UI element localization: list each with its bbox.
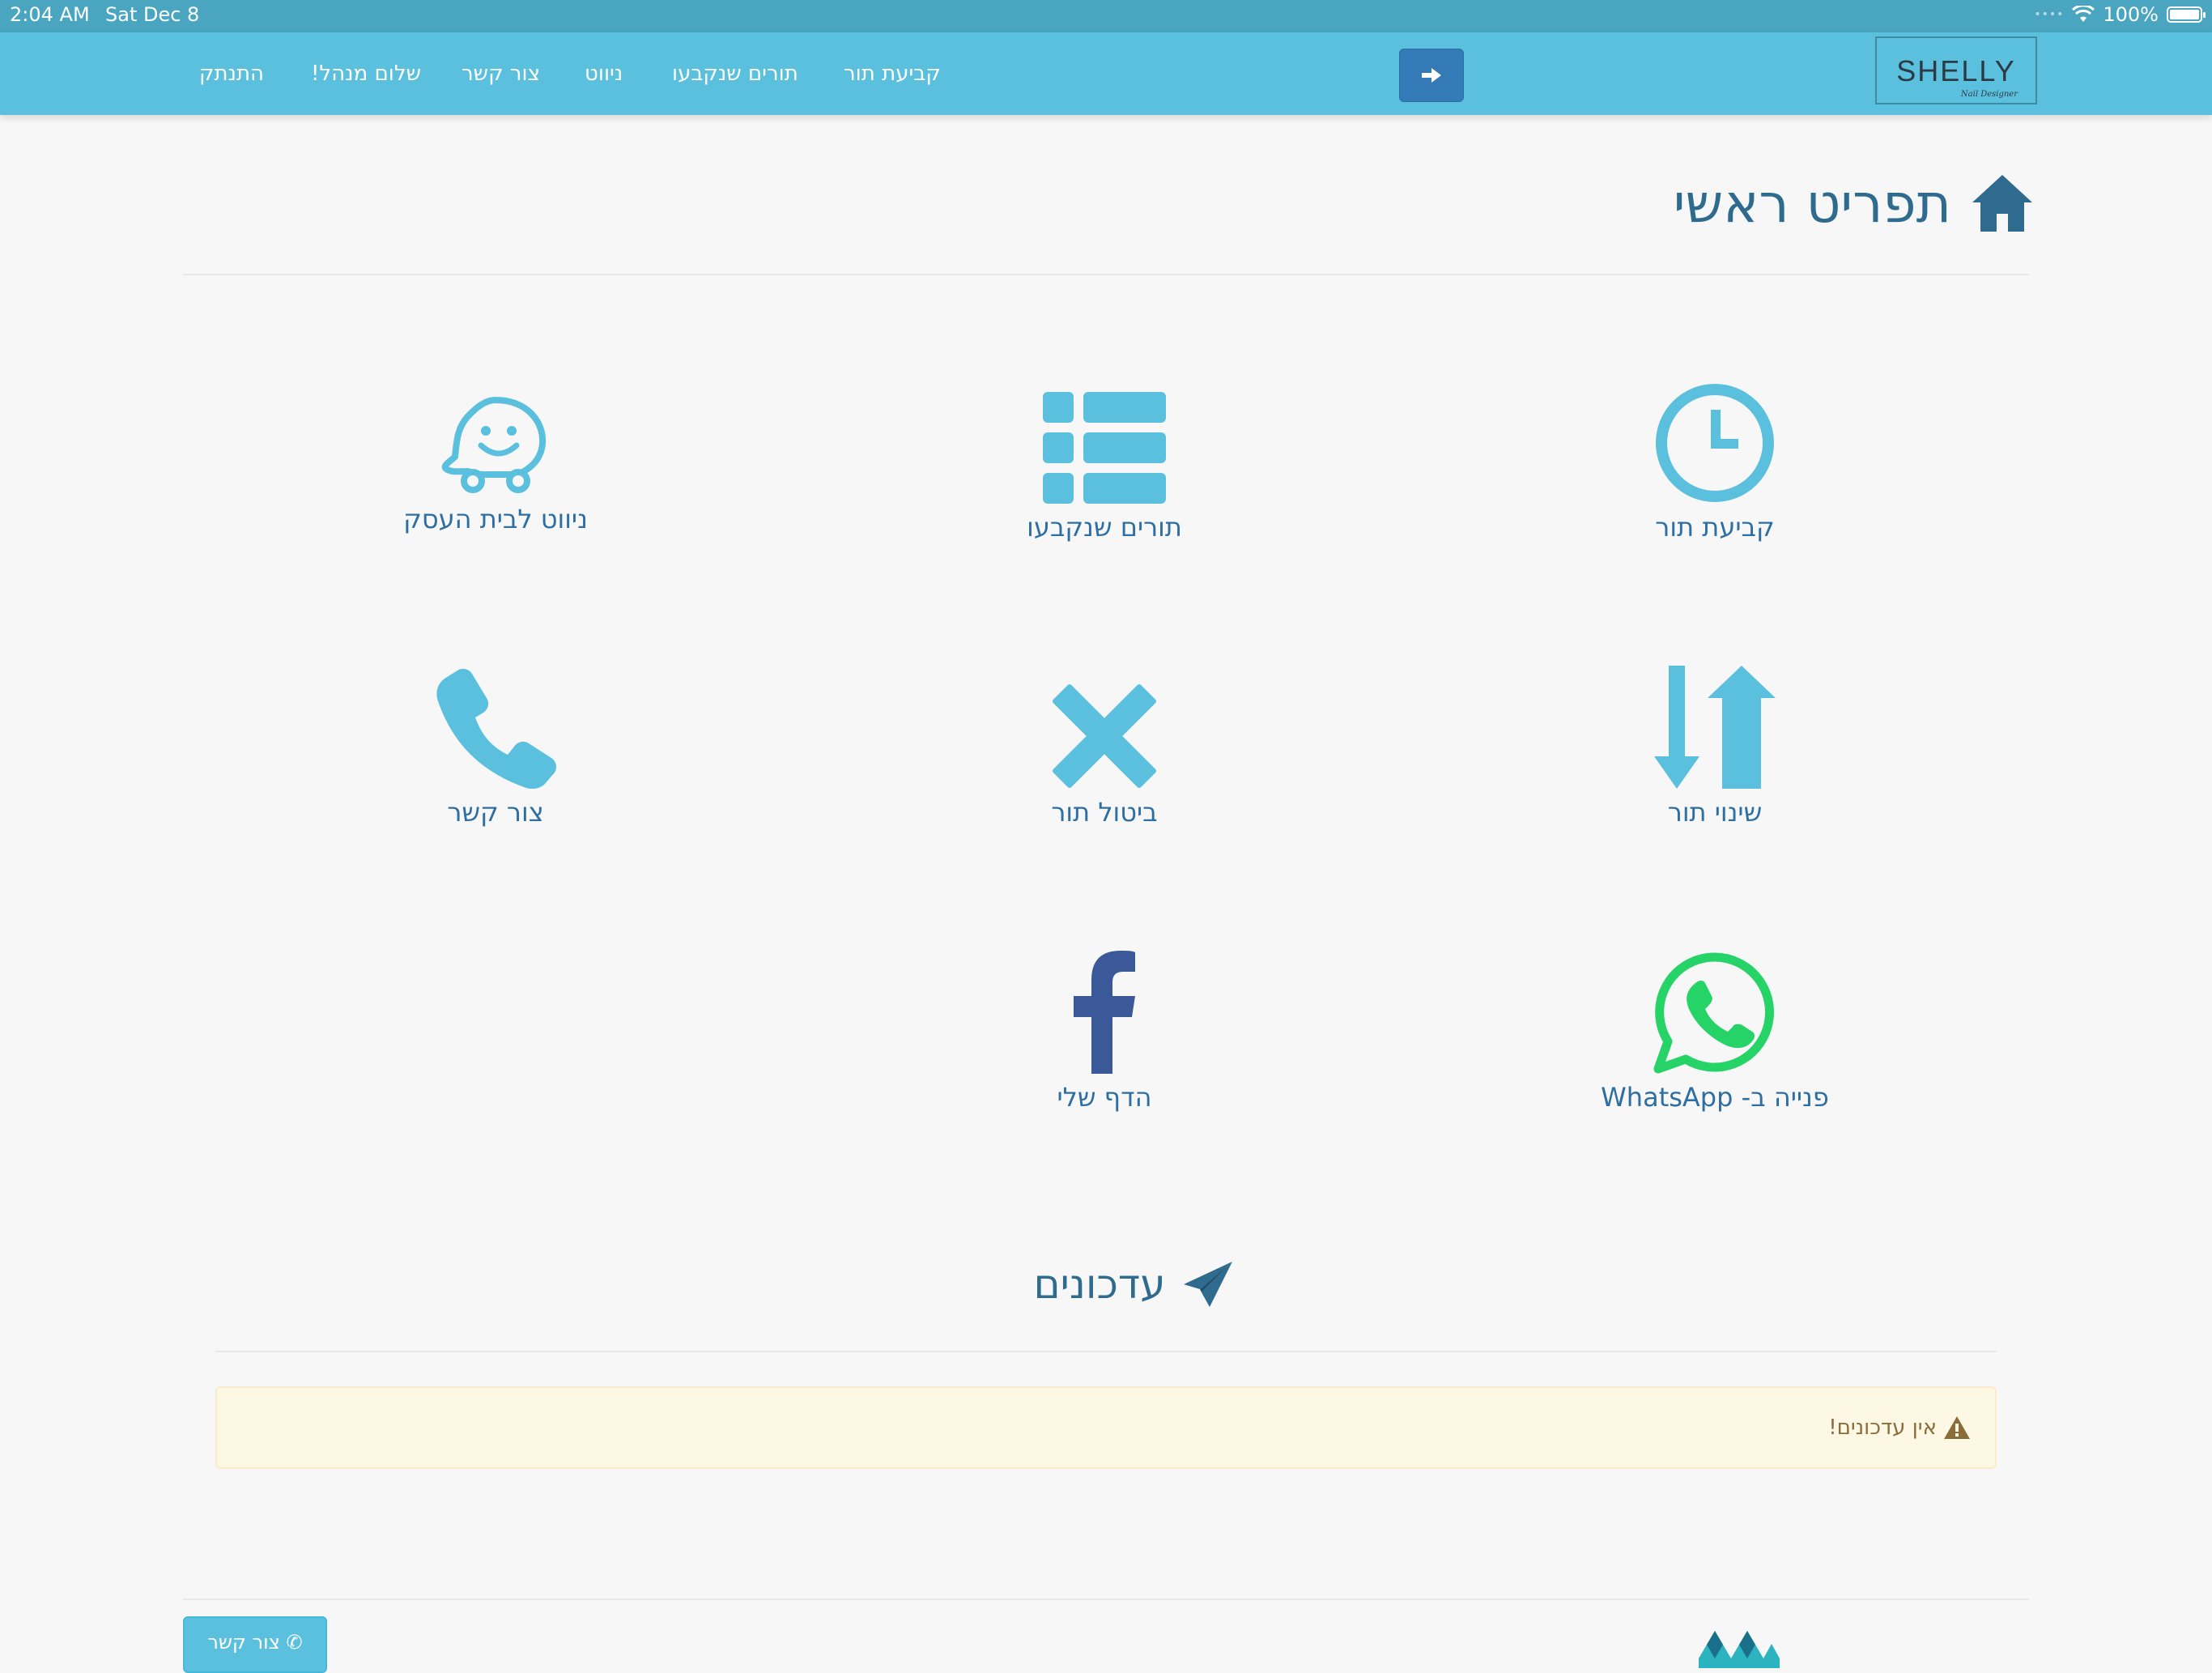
- clock-icon: [1656, 384, 1774, 502]
- arrow-right-icon: [1422, 68, 1441, 83]
- brand-logo[interactable]: SHELLY Nail Designer: [1875, 36, 2037, 104]
- paper-plane-icon: [1183, 1262, 1232, 1307]
- tile-contact[interactable]: צור קשר: [334, 659, 657, 828]
- nav-link-contact[interactable]: צור קשר: [462, 62, 540, 86]
- footer-contact-button[interactable]: ✆ צור קשר: [183, 1616, 327, 1673]
- page-title-text: תפריט ראשי: [1673, 172, 1951, 235]
- updates-alert: אין עדכונים!: [215, 1386, 1997, 1469]
- signal-dots-icon: ••••: [2034, 8, 2065, 21]
- tile-label: ניווט לבית העסק: [403, 504, 588, 534]
- tile-label: הדף שלי: [1057, 1082, 1152, 1113]
- waze-icon: [441, 397, 547, 493]
- tile-label: ביטול תור: [1051, 797, 1158, 828]
- updates-title-text: עדכונים: [1033, 1261, 1166, 1308]
- battery-percent: 100%: [2103, 3, 2159, 26]
- nav-link-booked-appointments[interactable]: תורים שנקבעו: [672, 62, 798, 86]
- footer-divider: [183, 1599, 2029, 1600]
- footer-contact-label: צור קשר: [207, 1631, 280, 1654]
- whatsapp-icon: [1653, 952, 1774, 1074]
- updates-divider: [215, 1351, 1997, 1352]
- brand-name: SHELLY: [1896, 54, 2016, 87]
- nav-link-greeting[interactable]: שלום מנהל!: [311, 62, 421, 86]
- footer-phone-icon: ✆: [286, 1631, 303, 1654]
- tile-cancel-appointment[interactable]: ביטול תור: [942, 659, 1266, 828]
- nav-link-book-appointment[interactable]: קביעת תור: [844, 62, 941, 86]
- wifi-icon: [2072, 6, 2095, 22]
- home-icon: [1972, 175, 2032, 232]
- tile-booked-appointments[interactable]: תורים שנקבעו: [942, 374, 1266, 543]
- tile-label: קביעת תור: [1655, 512, 1775, 543]
- alert-message: אין עדכונים!: [1828, 1415, 1971, 1440]
- brand-subtitle: Nail Designer: [1960, 90, 2018, 99]
- battery-icon: [2167, 6, 2206, 23]
- nav-link-logout[interactable]: התנתק: [199, 62, 264, 86]
- tile-navigate-business[interactable]: ניווט לבית העסק: [334, 374, 657, 534]
- tile-label: פנייה ב- WhatsApp: [1601, 1082, 1829, 1113]
- status-bar: 2:04 AM Sat Dec 8 •••• 100%: [0, 0, 2212, 32]
- status-date: Sat Dec 8: [105, 3, 200, 26]
- nav-action-button[interactable]: [1399, 49, 1464, 102]
- navbar: קביעת תור תורים שנקבעו ניווט צור קשר שלו…: [0, 32, 2212, 115]
- x-icon: [1053, 684, 1156, 788]
- tile-label: תורים שנקבעו: [1027, 512, 1182, 543]
- tile-whatsapp[interactable]: פנייה ב- WhatsApp: [1553, 944, 1877, 1113]
- tile-facebook[interactable]: הדף שלי: [942, 944, 1266, 1113]
- nav-link-navigation[interactable]: ניווט: [585, 62, 623, 86]
- warning-icon: [1944, 1416, 1970, 1439]
- sort-arrows-icon: [1654, 666, 1776, 789]
- page-title: תפריט ראשי: [1674, 172, 2034, 235]
- tile-book-appointment[interactable]: קביעת תור: [1553, 374, 1877, 543]
- status-right: •••• 100%: [2034, 3, 2206, 26]
- footer-logo-icon: [1699, 1631, 1780, 1668]
- tile-label: שינוי תור: [1667, 797, 1763, 828]
- phone-icon: [436, 668, 556, 789]
- status-time: 2:04 AM: [10, 3, 90, 26]
- updates-title: עדכונים: [972, 1260, 1295, 1309]
- title-divider: [183, 274, 2029, 275]
- list-icon: [1043, 392, 1166, 504]
- alert-text: אין עדכונים!: [1828, 1415, 1937, 1440]
- tile-change-appointment[interactable]: שינוי תור: [1553, 659, 1877, 828]
- facebook-icon: [1074, 951, 1135, 1074]
- tile-label: צור קשר: [447, 797, 544, 828]
